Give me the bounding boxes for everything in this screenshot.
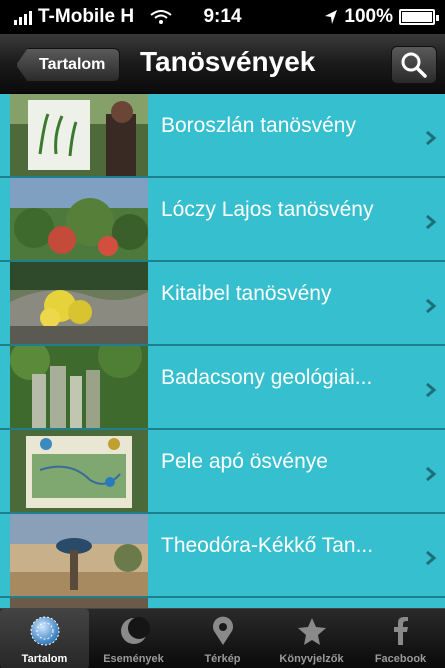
battery-percent: 100% bbox=[344, 6, 393, 27]
list-item-label: Boroszlán tanösvény bbox=[161, 114, 356, 137]
chevron-right-icon bbox=[426, 214, 437, 230]
thumbnail-image bbox=[10, 430, 148, 512]
back-button[interactable]: Tartalom bbox=[16, 48, 121, 82]
navigation-bar: Tartalom Tanösvények bbox=[0, 34, 445, 94]
search-icon bbox=[401, 52, 427, 78]
battery-icon bbox=[399, 9, 439, 25]
sphere-icon bbox=[30, 616, 59, 646]
list-item-label: Kitaibel tanösvény bbox=[161, 282, 332, 305]
tab-label: Események bbox=[103, 653, 164, 665]
list-item-label: Lóczy Lajos tanösvény bbox=[161, 198, 374, 221]
tab-bar: Tartalom Események Térkép Könyvjelzők Fa… bbox=[0, 608, 445, 668]
thumbnail-image bbox=[10, 178, 148, 260]
tab-terkep[interactable]: Térkép bbox=[178, 609, 267, 668]
moon-icon bbox=[120, 617, 150, 644]
thumbnail-image bbox=[10, 598, 148, 608]
tab-tartalom[interactable]: Tartalom bbox=[0, 609, 89, 668]
tab-label: Térkép bbox=[204, 653, 241, 665]
list-item-label: Theodóra-Kékkő Tan... bbox=[161, 534, 374, 557]
list-item[interactable] bbox=[0, 598, 445, 608]
tab-label: Tartalom bbox=[21, 653, 68, 665]
tab-label: Könyvjelzők bbox=[279, 653, 344, 665]
thumbnail-image bbox=[10, 346, 148, 428]
list-item-label: Badacsony geológiai... bbox=[161, 366, 373, 389]
location-arrow-icon bbox=[325, 10, 338, 24]
trail-list: Boroszlán tanösvény Lóczy Lajos tanösvén… bbox=[0, 94, 445, 608]
list-item[interactable]: Lóczy Lajos tanösvény bbox=[0, 178, 445, 262]
chevron-right-icon bbox=[426, 466, 437, 482]
map-pin-icon bbox=[212, 616, 233, 645]
page-title: Tanösvények bbox=[140, 46, 316, 77]
thumbnail-image bbox=[10, 94, 148, 176]
star-icon bbox=[297, 618, 326, 645]
chevron-right-icon bbox=[426, 298, 437, 314]
tab-esemenyek[interactable]: Események bbox=[89, 609, 178, 668]
list-item[interactable]: Pele apó ösvénye bbox=[0, 430, 445, 514]
list-item-label: Pele apó ösvénye bbox=[161, 450, 328, 473]
search-button[interactable] bbox=[391, 46, 437, 84]
list-item[interactable]: Kitaibel tanösvény bbox=[0, 262, 445, 346]
tab-facebook[interactable]: Facebook bbox=[356, 609, 445, 668]
thumbnail-image bbox=[10, 262, 148, 344]
list-item[interactable]: Badacsony geológiai... bbox=[0, 346, 445, 430]
facebook-icon bbox=[393, 617, 408, 645]
chevron-right-icon bbox=[426, 382, 437, 398]
chevron-right-icon bbox=[426, 550, 437, 566]
chevron-right-icon bbox=[426, 130, 437, 146]
thumbnail-image bbox=[10, 514, 148, 596]
battery-group: 100% bbox=[324, 6, 439, 28]
tab-konyvjelzok[interactable]: Könyvjelzők bbox=[267, 609, 356, 668]
status-bar: T-Mobile H 9:14 100% bbox=[0, 0, 445, 34]
tab-label: Facebook bbox=[374, 653, 427, 665]
list-item[interactable]: Boroszlán tanösvény bbox=[0, 94, 445, 178]
list-item[interactable]: Theodóra-Kékkő Tan... bbox=[0, 514, 445, 598]
